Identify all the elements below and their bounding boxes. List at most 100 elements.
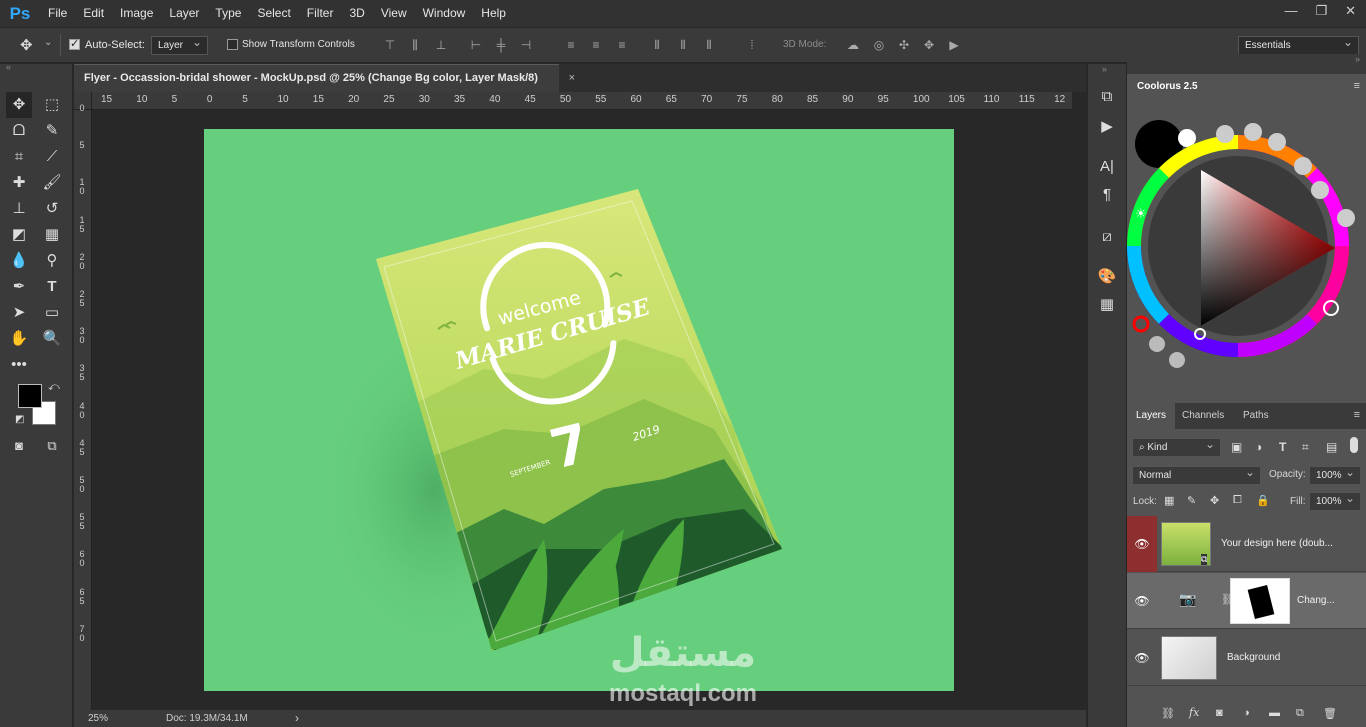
- distribute-vcenter-icon[interactable]: ≡: [590, 38, 602, 52]
- new-group-icon[interactable]: ▬: [1269, 707, 1280, 719]
- move-tool-icon[interactable]: ✥: [20, 36, 33, 54]
- tool-preset-chevron-icon[interactable]: ⌄: [44, 37, 52, 48]
- pen-tool-icon[interactable]: ✒: [6, 274, 32, 300]
- layers-menu-icon[interactable]: ≡: [1354, 409, 1360, 421]
- lasso-tool-icon[interactable]: ᗝ: [6, 118, 32, 144]
- lock-all-icon[interactable]: 🔒: [1256, 494, 1270, 507]
- lock-transparent-icon[interactable]: ▦: [1164, 494, 1174, 507]
- delete-layer-icon[interactable]: 🗑: [1323, 707, 1337, 720]
- collapse-panels-icon[interactable]: »: [1355, 54, 1360, 64]
- rectangle-tool-icon[interactable]: ▭: [39, 300, 65, 326]
- 3d-roll-icon[interactable]: ◎: [871, 38, 887, 52]
- history-brush-icon[interactable]: ↺: [39, 196, 65, 222]
- clone-source-icon[interactable]: ⧄: [1096, 226, 1118, 248]
- menu-help[interactable]: Help: [473, 0, 514, 27]
- zoom-tool-icon[interactable]: 🔍: [39, 326, 65, 352]
- tab-layers[interactable]: Layers: [1127, 403, 1176, 429]
- brush-tool-icon[interactable]: 🖌: [39, 170, 65, 196]
- new-adjustment-icon[interactable]: ◑: [1243, 707, 1250, 719]
- opacity-input[interactable]: 100%: [1309, 464, 1361, 485]
- menu-edit[interactable]: Edit: [75, 0, 112, 27]
- layer-row-background[interactable]: 👁 Background: [1127, 630, 1366, 686]
- hand-tool-icon[interactable]: ✋: [6, 326, 32, 352]
- menu-file[interactable]: File: [40, 0, 75, 27]
- history-panel-icon[interactable]: ⧉: [1096, 86, 1118, 108]
- 3d-slide-icon[interactable]: ✥: [921, 38, 937, 52]
- auto-select-checkbox[interactable]: [69, 37, 80, 50]
- clone-stamp-icon[interactable]: ⊥: [6, 196, 32, 222]
- move-tool-icon[interactable]: ✥: [6, 92, 32, 118]
- swatches-panel-icon[interactable]: ▦: [1096, 294, 1118, 316]
- menu-type[interactable]: Type: [207, 0, 249, 27]
- collapse-dock-icon[interactable]: »: [1102, 64, 1107, 74]
- align-hcenter-icon[interactable]: ╪: [495, 38, 507, 52]
- filter-shape-icon[interactable]: ⌗: [1302, 440, 1309, 455]
- 3d-rotate-icon[interactable]: ☁: [844, 38, 862, 52]
- layer-mask-thumbnail[interactable]: [1230, 578, 1290, 624]
- menu-window[interactable]: Window: [415, 0, 474, 27]
- dodge-tool-icon[interactable]: ⚲: [39, 248, 65, 274]
- auto-select-dropdown[interactable]: Layer: [151, 34, 208, 55]
- layer-filter-dropdown[interactable]: ⌕ Kind: [1132, 436, 1221, 457]
- collapse-tools-icon[interactable]: «: [6, 62, 11, 72]
- visibility-eye-icon[interactable]: 👁: [1127, 573, 1157, 629]
- vertical-ruler[interactable]: 0 5 1 0 1 5 2 0 2 5 3 0 3 5 4 0 4 5 5 0 5 5 6 0 6 5 7 …: [74, 104, 92, 710]
- type-tool-icon[interactable]: T: [39, 274, 65, 300]
- menu-view[interactable]: View: [373, 0, 415, 27]
- close-window-button[interactable]: ✕: [1345, 0, 1356, 22]
- actions-panel-icon[interactable]: ▶: [1096, 116, 1118, 138]
- character-panel-icon[interactable]: A|: [1096, 156, 1118, 178]
- menu-3d[interactable]: 3D: [341, 0, 372, 27]
- color-wheel[interactable]: ☀: [1127, 98, 1366, 398]
- align-right-icon[interactable]: ⊣: [520, 38, 532, 52]
- distribute-top-icon[interactable]: ≡: [565, 38, 577, 52]
- distribute-left-icon[interactable]: ⦀: [651, 38, 663, 52]
- quick-mask-icon[interactable]: ◙: [6, 433, 32, 459]
- menu-select[interactable]: Select: [249, 0, 298, 27]
- close-document-button[interactable]: ×: [569, 65, 575, 92]
- filter-pixel-icon[interactable]: ▣: [1231, 440, 1242, 454]
- filter-adjustment-icon[interactable]: ◑: [1255, 440, 1262, 454]
- more-tools-icon[interactable]: •••: [6, 352, 32, 378]
- quick-select-tool-icon[interactable]: ✎: [39, 118, 65, 144]
- 3d-scale-icon[interactable]: ▶: [946, 38, 962, 52]
- new-layer-icon[interactable]: ⧉: [1296, 707, 1304, 720]
- fill-input[interactable]: 100%: [1309, 490, 1361, 511]
- align-bottom-icon[interactable]: ⊥: [435, 38, 447, 52]
- visibility-eye-icon[interactable]: 👁: [1127, 630, 1157, 686]
- menu-image[interactable]: Image: [112, 0, 161, 27]
- fx-icon[interactable]: fx: [1189, 706, 1199, 719]
- tab-paths[interactable]: Paths: [1234, 403, 1278, 429]
- link-layers-icon[interactable]: ⛓: [1161, 707, 1175, 720]
- align-vcenter-icon[interactable]: ⫼: [409, 38, 421, 52]
- zoom-level[interactable]: 25%: [88, 713, 108, 724]
- menu-layer[interactable]: Layer: [161, 0, 207, 27]
- minimize-button[interactable]: —: [1284, 0, 1297, 22]
- layer-row-change-bg[interactable]: 👁 📷 ⛓ Chang...: [1127, 573, 1366, 629]
- auto-align-icon[interactable]: ⦙: [746, 38, 758, 52]
- restore-button[interactable]: ❐: [1315, 0, 1327, 22]
- marquee-tool-icon[interactable]: ⬚: [39, 92, 65, 118]
- filter-smart-icon[interactable]: ▤: [1326, 440, 1337, 454]
- horizontal-ruler[interactable]: 15 10 5 0 5 10 15 20 25 30 35 40 45 50 55 60 65 70 75 80 85 9…: [92, 92, 1072, 110]
- filter-type-icon[interactable]: T: [1279, 440, 1286, 454]
- eyedropper-tool-icon[interactable]: ⟋: [39, 144, 65, 170]
- eraser-tool-icon[interactable]: ◩: [6, 222, 32, 248]
- 3d-drag-icon[interactable]: ✣: [896, 38, 912, 52]
- lock-artboard-icon[interactable]: ⧠: [1233, 494, 1242, 507]
- distribute-right-icon[interactable]: ⦀: [703, 38, 715, 52]
- blend-mode-dropdown[interactable]: Normal: [1132, 464, 1261, 485]
- distribute-bottom-icon[interactable]: ≡: [616, 38, 628, 52]
- lock-position-icon[interactable]: ✥: [1210, 494, 1219, 507]
- swap-colors-icon[interactable]: ⤺: [48, 381, 60, 394]
- distribute-hcenter-icon[interactable]: ⦀: [677, 38, 689, 52]
- crop-tool-icon[interactable]: ⌗: [6, 144, 32, 170]
- coolorus-tab[interactable]: Coolorus 2.5: [1127, 74, 1207, 98]
- healing-brush-icon[interactable]: ✚: [6, 170, 32, 196]
- screen-mode-icon[interactable]: ⧉: [39, 433, 65, 459]
- artboard[interactable]: welcome MARIE CRUISE 7 2019 SEPTEMBER: [204, 129, 954, 691]
- filter-toggle[interactable]: [1350, 437, 1358, 453]
- layer-row-design[interactable]: 👁 ⧉ Your design here (doub...: [1127, 516, 1366, 572]
- tab-channels[interactable]: Channels: [1173, 403, 1233, 429]
- lock-image-icon[interactable]: ✎: [1187, 494, 1196, 507]
